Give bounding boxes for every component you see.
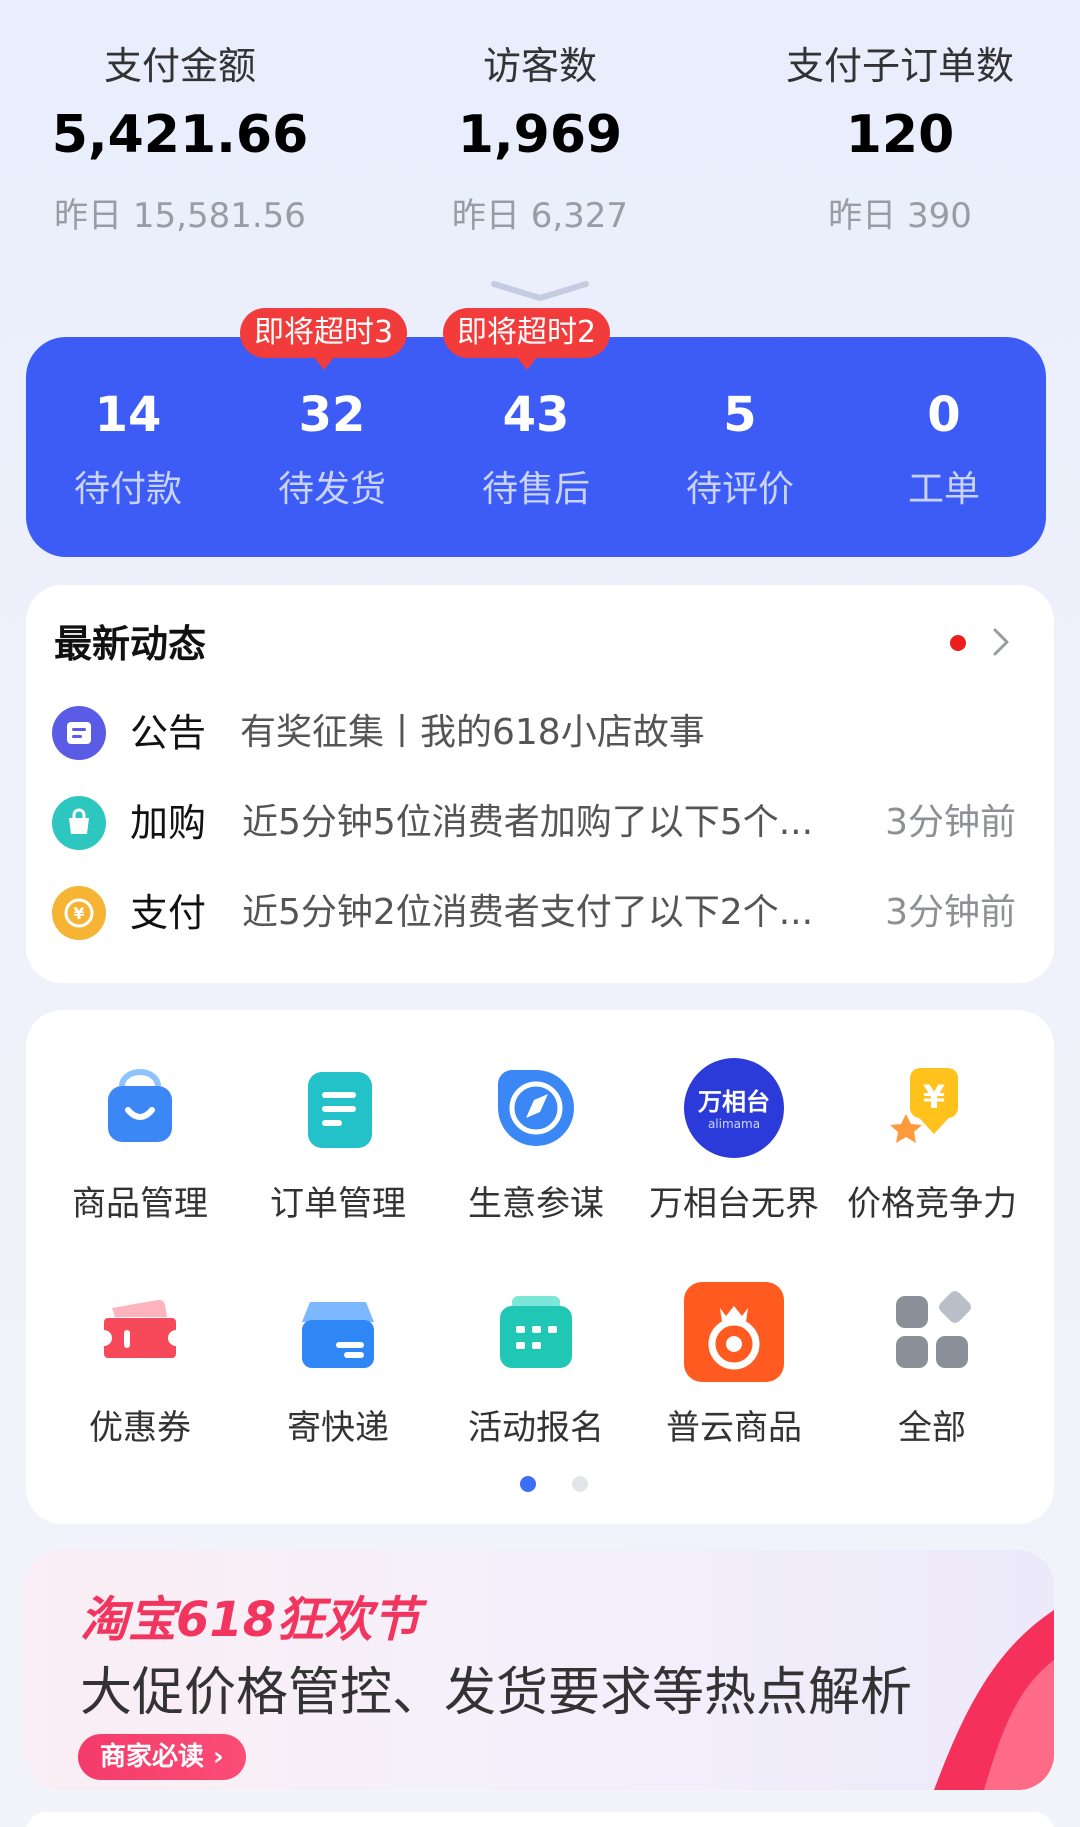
order-pending-payment[interactable]: 14 待付款 <box>26 337 230 557</box>
stat-label: 支付子订单数 <box>785 44 1014 88</box>
tool-event-signup[interactable]: 活动报名 <box>436 1282 636 1452</box>
expand-chevron-icon[interactable] <box>490 280 590 302</box>
news-text: 近5分钟2位消费者支付了以下2个... <box>242 892 814 933</box>
news-text: 有奖征集丨我的618小店故事 <box>240 712 705 753</box>
shopping-bag-icon <box>90 1058 190 1158</box>
tool-price-competitiveness[interactable]: ¥ 价格竞争力 <box>832 1058 1032 1228</box>
order-label: 待售后 <box>481 469 590 510</box>
tool-label: 普云商品 <box>666 1408 802 1448</box>
banner-subtitle: 大促价格管控、发货要求等热点解析 <box>80 1663 913 1723</box>
tool-product-management[interactable]: 商品管理 <box>40 1058 240 1228</box>
svg-text:¥: ¥ <box>73 904 84 923</box>
compass-icon <box>486 1058 586 1158</box>
tool-order-management[interactable]: 订单管理 <box>238 1058 438 1228</box>
news-tag: 加购 <box>130 801 207 845</box>
tool-puyun-products[interactable]: 普云商品 <box>634 1282 834 1452</box>
puyun-logo <box>684 1282 784 1382</box>
news-title: 最新动态 <box>54 622 207 666</box>
stat-value: 1,969 <box>457 105 623 165</box>
tool-business-advisor[interactable]: 生意参谋 <box>436 1058 636 1228</box>
news-item-add-to-cart[interactable]: 加购 近5分钟5位消费者加购了以下5个... 3分钟前 <box>52 793 1042 853</box>
stat-sub-orders[interactable]: 支付子订单数 120 昨日 390 <box>720 40 1080 242</box>
news-tag: 公告 <box>130 711 207 755</box>
order-after-sale[interactable]: 43 待售后 <box>434 337 638 557</box>
wanxiangtai-logo: 万相台 alimama <box>684 1058 784 1158</box>
svg-text:万相台: 万相台 <box>698 1088 770 1116</box>
order-count: 5 <box>723 387 757 443</box>
tool-label: 活动报名 <box>468 1408 604 1448</box>
stat-yesterday: 昨日 390 <box>828 196 972 236</box>
stat-value: 120 <box>845 105 955 165</box>
promo-banner[interactable]: 淘宝618狂欢节 大促价格管控、发货要求等热点解析 商家必读 › <box>26 1550 1054 1790</box>
pager-dot[interactable] <box>572 1476 588 1492</box>
chevron-right-icon[interactable] <box>992 627 1010 657</box>
svg-text:alimama: alimama <box>708 1117 760 1131</box>
tool-send-express[interactable]: 寄快递 <box>238 1282 438 1452</box>
banner-headline: 淘宝618狂欢节 <box>80 1592 421 1648</box>
news-time: 3分钟前 <box>885 892 1016 933</box>
order-pending-review[interactable]: 5 待评价 <box>638 337 842 557</box>
unread-dot <box>950 635 966 651</box>
tool-label: 生意参谋 <box>468 1184 604 1224</box>
news-item-announcement[interactable]: 公告 有奖征集丨我的618小店故事 <box>52 703 1042 763</box>
stat-value: 5,421.66 <box>51 105 309 165</box>
tool-label: 价格竞争力 <box>847 1184 1017 1224</box>
calendar-icon <box>486 1282 586 1382</box>
news-item-payment[interactable]: ¥ 支付 近5分钟2位消费者支付了以下2个... 3分钟前 <box>52 883 1042 943</box>
pager-dot-active[interactable] <box>520 1476 536 1492</box>
yuan-coin-icon: ¥ <box>52 886 106 940</box>
news-time: 3分钟前 <box>885 802 1016 843</box>
order-list-icon <box>288 1058 388 1158</box>
news-tag: 支付 <box>130 891 207 935</box>
next-card-edge <box>26 1812 1054 1827</box>
stat-yesterday: 昨日 15,581.56 <box>54 196 306 236</box>
order-label: 待发货 <box>277 469 386 510</box>
tool-label: 寄快递 <box>287 1408 389 1448</box>
timeout-badge-aftersale: 即将超时2 <box>443 308 611 370</box>
order-count: 43 <box>502 387 570 443</box>
coupon-icon <box>90 1282 190 1382</box>
order-label: 待评价 <box>685 469 794 510</box>
price-tag-icon: ¥ <box>882 1058 982 1158</box>
timeout-badge-ship: 即将超时3 <box>240 308 408 370</box>
tool-coupons[interactable]: 优惠券 <box>40 1282 240 1452</box>
order-count: 32 <box>298 387 366 443</box>
tool-label: 商品管理 <box>72 1184 208 1224</box>
stat-label: 访客数 <box>482 44 597 88</box>
stats-overview: 支付金额 5,421.66 昨日 15,581.56 访客数 1,969 昨日 … <box>0 0 1080 260</box>
order-count: 0 <box>927 387 961 443</box>
tool-label: 万相台无界 <box>649 1184 819 1224</box>
stat-label: 支付金额 <box>103 44 256 88</box>
cart-bag-icon <box>52 796 106 850</box>
tool-all[interactable]: 全部 <box>832 1282 1032 1452</box>
order-pending-shipment[interactable]: 32 待发货 <box>230 337 434 557</box>
stat-yesterday: 昨日 6,327 <box>451 196 629 236</box>
tools-card: 商品管理 订单管理 生意参谋 万相台 alimama 万相台无界 ¥ 价格竞争力 … <box>26 1010 1054 1524</box>
stat-payment-amount[interactable]: 支付金额 5,421.66 昨日 15,581.56 <box>0 40 360 242</box>
latest-news-card: 最新动态 公告 有奖征集丨我的618小店故事 加购 近5分钟5位消费者加购了以下… <box>26 585 1054 983</box>
news-text: 近5分钟5位消费者加购了以下5个... <box>242 802 814 843</box>
order-label: 工单 <box>907 469 980 510</box>
grid-all-icon <box>882 1282 982 1382</box>
courier-box-icon <box>288 1282 388 1382</box>
order-label: 待付款 <box>73 469 182 510</box>
tool-wanxiangtai[interactable]: 万相台 alimama 万相台无界 <box>634 1058 834 1228</box>
tool-label: 优惠券 <box>89 1408 191 1448</box>
svg-text:¥: ¥ <box>923 1078 945 1116</box>
announcement-icon <box>52 706 106 760</box>
order-count: 14 <box>94 387 162 443</box>
stat-visitors[interactable]: 访客数 1,969 昨日 6,327 <box>360 40 720 242</box>
tool-label: 全部 <box>898 1408 966 1448</box>
banner-read-button[interactable]: 商家必读 › <box>78 1734 246 1780</box>
order-status-bar: 14 待付款 32 待发货 43 待售后 5 待评价 0 工单 <box>26 337 1046 557</box>
order-tickets[interactable]: 0 工单 <box>842 337 1046 557</box>
tool-label: 订单管理 <box>270 1184 406 1224</box>
